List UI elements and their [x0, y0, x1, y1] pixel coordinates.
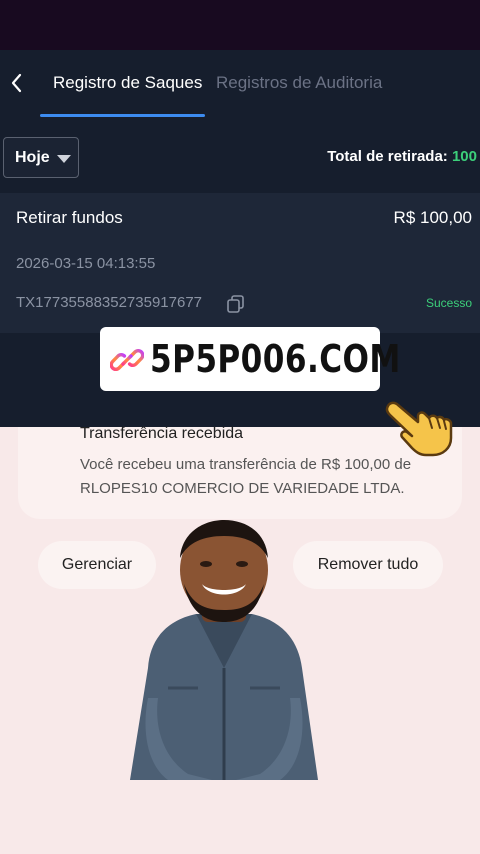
back-arrow-icon[interactable]: [6, 70, 28, 96]
tab-bar: Registro de Saques Registros de Auditori…: [0, 58, 480, 117]
record-transaction-id: TX17735588352735917677: [16, 294, 203, 311]
date-filter-dropdown[interactable]: Hoje: [3, 137, 79, 178]
notification-title: Transferência recebida: [80, 425, 244, 442]
pointing-hand-icon: [384, 396, 458, 458]
copy-icon[interactable]: [225, 293, 247, 315]
person-sticker: [128, 518, 320, 780]
withdraw-record-card: Retirar fundos R$ 100,00 2026-03-15 04:1…: [0, 193, 480, 333]
date-filter-value: Hoje: [15, 149, 50, 166]
status-bar-area: [0, 0, 480, 50]
dropdown-caret-icon: [57, 155, 71, 163]
notification-body: Você recebeu uma transferência de R$ 100…: [80, 456, 412, 497]
link-icon: [109, 343, 145, 377]
status-badge: Sucesso: [425, 296, 472, 310]
tab-audit-records[interactable]: Registros de Auditoria: [216, 73, 382, 93]
record-datetime: 2026-03-15 04:13:55: [16, 255, 156, 272]
total-value: 100: [451, 148, 477, 165]
record-title: Retirar fundos: [16, 208, 123, 227]
watermark-text: 5P5P006.COM: [150, 337, 401, 381]
record-amount: R$ 100,00: [393, 208, 472, 227]
total-label: Total de retirada:: [327, 148, 448, 165]
watermark-banner: 5P5P006.COM: [100, 327, 400, 391]
active-tab-indicator: [40, 114, 205, 117]
total-withdrawn: Total de retirada: 100: [327, 148, 477, 165]
tab-withdraw-records[interactable]: Registro de Saques: [53, 73, 202, 93]
